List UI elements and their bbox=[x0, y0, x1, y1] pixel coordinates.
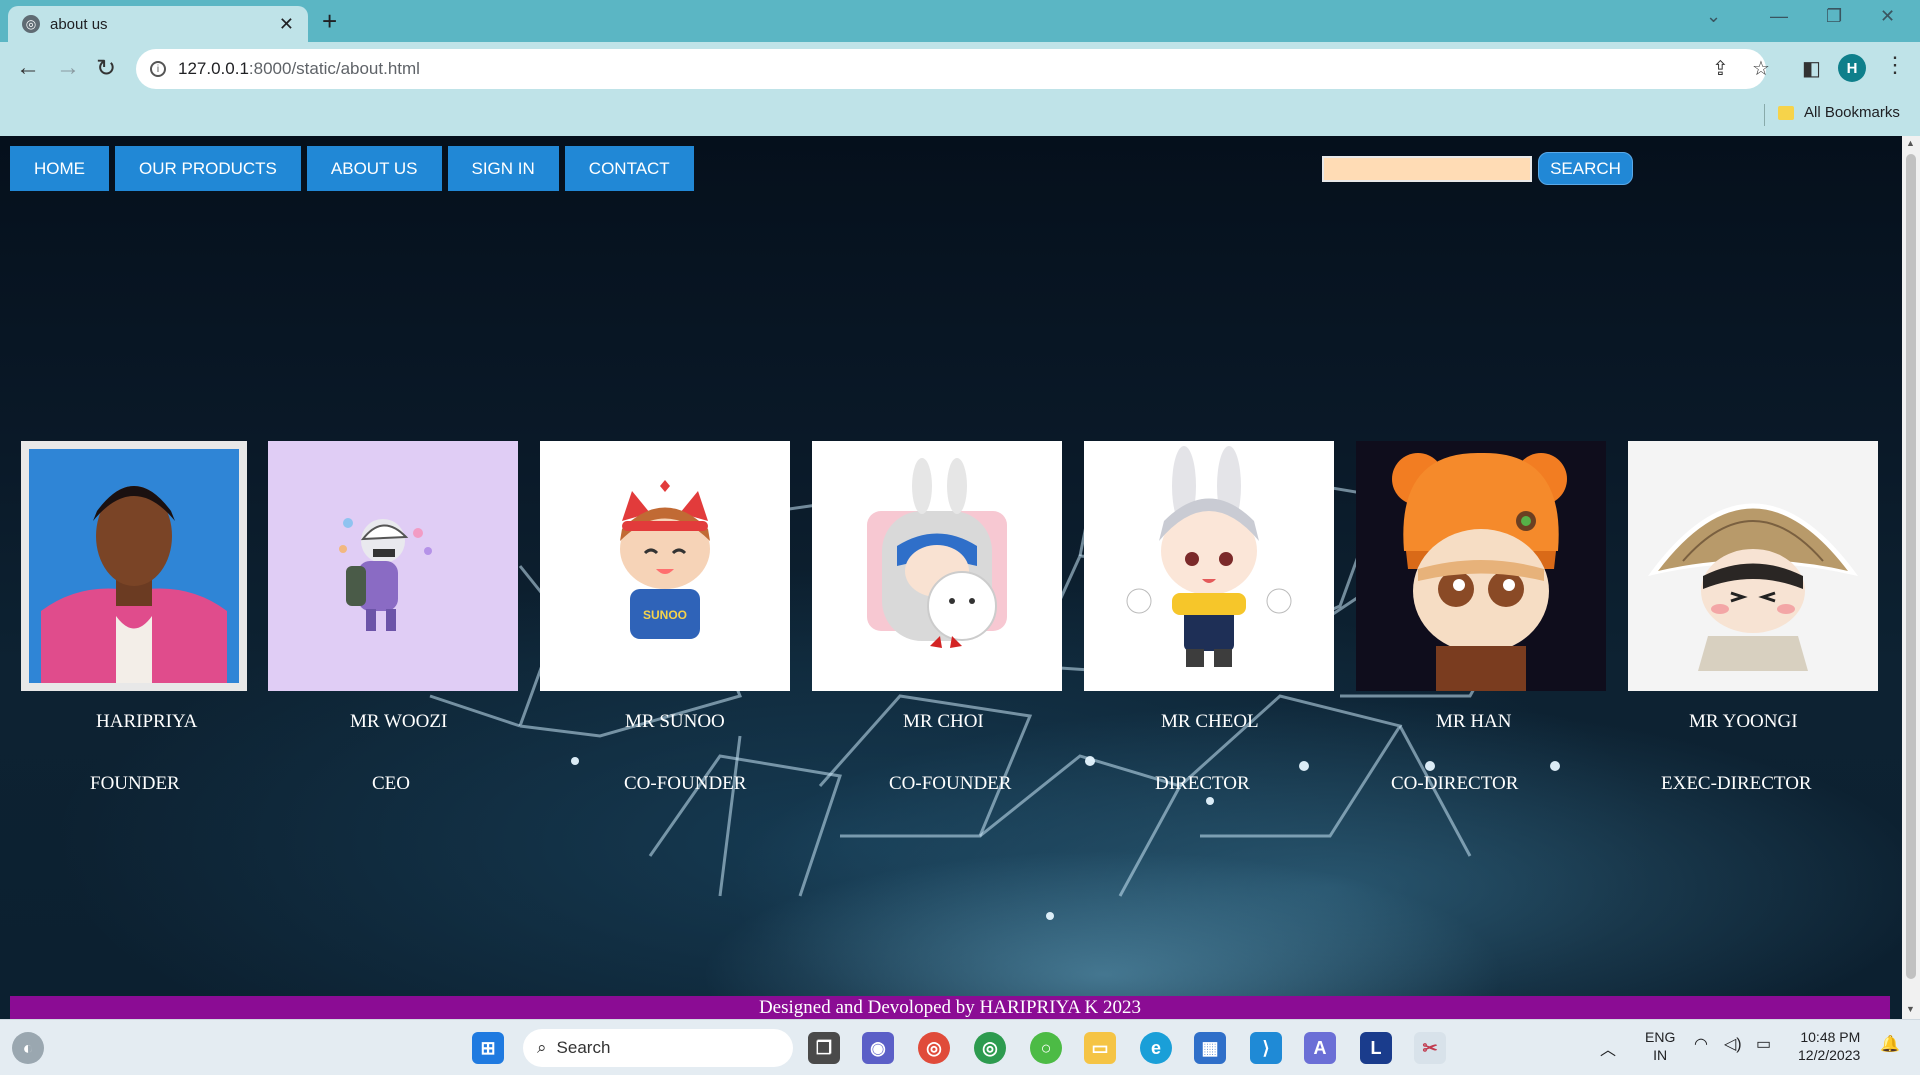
scroll-down-icon[interactable]: ▼ bbox=[1906, 1004, 1915, 1014]
notification-bell-icon[interactable]: 🔔 bbox=[1880, 1034, 1900, 1054]
volume-icon[interactable]: ◁) bbox=[1724, 1034, 1742, 1054]
member-name: MR SUNOO bbox=[625, 711, 725, 732]
member-name: MR YOONGI bbox=[1689, 711, 1798, 732]
all-bookmarks-label: All Bookmarks bbox=[1804, 104, 1900, 121]
member-photo-mr-sunoo: SUNOO bbox=[540, 441, 790, 691]
scroll-up-icon[interactable]: ▲ bbox=[1906, 138, 1915, 148]
store-icon[interactable]: ▦ bbox=[1194, 1032, 1226, 1064]
member-photo-mr-han bbox=[1356, 441, 1606, 691]
member-name: MR CHEOL bbox=[1161, 711, 1259, 732]
reload-icon[interactable]: ↻ bbox=[96, 54, 116, 83]
nav-about-us[interactable]: ABOUT US bbox=[306, 146, 442, 191]
nav-our-products[interactable]: OUR PRODUCTS bbox=[115, 146, 301, 191]
minimize-icon[interactable]: — bbox=[1770, 6, 1788, 27]
nav-contact[interactable]: CONTACT bbox=[564, 146, 694, 191]
search-input[interactable] bbox=[1322, 156, 1532, 182]
new-tab-icon[interactable]: + bbox=[322, 6, 337, 37]
tray-overflow-icon[interactable]: ︿ bbox=[1600, 1036, 1616, 1060]
browser-toolbar: ← → ↻ i 127.0.0.1:8000/static/about.html… bbox=[0, 42, 1920, 96]
language-indicator[interactable]: ENG IN bbox=[1645, 1028, 1675, 1064]
member-role: EXEC-DIRECTOR bbox=[1661, 773, 1812, 794]
clock-date: 12/2/2023 bbox=[1798, 1047, 1861, 1063]
taskbar-search-label: Search bbox=[556, 1038, 611, 1057]
side-panel-icon[interactable]: ◧ bbox=[1802, 56, 1821, 81]
all-bookmarks-button[interactable]: All Bookmarks bbox=[1778, 104, 1900, 121]
chrome-profile-icon[interactable]: ◎ bbox=[974, 1032, 1006, 1064]
scrollbar-thumb[interactable] bbox=[1906, 154, 1916, 979]
member-photo-mr-woozi bbox=[268, 441, 518, 691]
browser-tab[interactable]: ◎ about us ✕ bbox=[8, 6, 308, 42]
browser-tab-strip: ◎ about us ✕ + ⌄ — ❐ ✕ bbox=[0, 0, 1920, 42]
clock-time: 10:48 PM bbox=[1800, 1029, 1861, 1045]
svg-text:SUNOO: SUNOO bbox=[643, 608, 687, 622]
taskbar-search[interactable]: ⌕ Search bbox=[523, 1029, 793, 1067]
tab-search-icon[interactable]: ⌄ bbox=[1706, 6, 1721, 27]
close-window-icon[interactable]: ✕ bbox=[1880, 6, 1895, 27]
refresh-app-icon[interactable]: ○ bbox=[1030, 1032, 1062, 1064]
url-text: 127.0.0.1:8000/static/about.html bbox=[178, 59, 420, 78]
tab-title: about us bbox=[50, 15, 108, 33]
member-name: HARIPRIYA bbox=[96, 711, 198, 732]
profile-avatar[interactable]: H bbox=[1838, 54, 1866, 82]
member-role: DIRECTOR bbox=[1155, 773, 1250, 794]
menu-icon[interactable]: ⋮ bbox=[1884, 52, 1906, 78]
teams-icon[interactable]: ◉ bbox=[862, 1032, 894, 1064]
battery-icon[interactable]: ▭ bbox=[1756, 1034, 1771, 1054]
member-name: MR CHOI bbox=[903, 711, 984, 732]
share-icon[interactable]: ⇪ bbox=[1712, 56, 1729, 81]
member-name: MR HAN bbox=[1436, 711, 1512, 732]
l-app-icon[interactable]: L bbox=[1360, 1032, 1392, 1064]
back-icon[interactable]: ← bbox=[16, 54, 40, 82]
site-info-icon[interactable]: i bbox=[150, 61, 166, 77]
file-explorer-icon[interactable]: ▭ bbox=[1084, 1032, 1116, 1064]
search-icon: ⌕ bbox=[537, 1038, 547, 1057]
member-photo-mr-choi bbox=[812, 441, 1062, 691]
widgets-icon[interactable]: ◐ bbox=[12, 1032, 44, 1064]
bookmarks-bar: All Bookmarks bbox=[0, 96, 1920, 136]
os-taskbar: ◐ ⊞ ⌕ Search ❐ ◉ ◎ ◎ ○ ▭ e ▦ ⟩ A L ✂ ︿ E… bbox=[0, 1019, 1920, 1075]
member-role: CO-FOUNDER bbox=[889, 773, 1012, 794]
app-icon[interactable]: A bbox=[1304, 1032, 1336, 1064]
member-role: CEO bbox=[372, 773, 410, 794]
member-photo-mr-cheol bbox=[1084, 441, 1334, 691]
member-role: CO-DIRECTOR bbox=[1391, 773, 1519, 794]
globe-icon: ◎ bbox=[22, 15, 40, 33]
forward-icon[interactable]: → bbox=[56, 54, 80, 82]
close-tab-icon[interactable]: ✕ bbox=[279, 14, 294, 35]
region-code: IN bbox=[1653, 1047, 1668, 1063]
vscode-icon[interactable]: ⟩ bbox=[1250, 1032, 1282, 1064]
page-footer: Designed and Devoloped by HARIPRIYA K 20… bbox=[10, 996, 1890, 1019]
member-photo-haripriya bbox=[21, 441, 247, 691]
page-viewport: HOME OUR PRODUCTS ABOUT US SIGN IN CONTA… bbox=[0, 136, 1902, 1019]
bookmarks-divider bbox=[1764, 104, 1765, 126]
restore-icon[interactable]: ❐ bbox=[1826, 6, 1842, 27]
member-name: MR WOOZI bbox=[350, 711, 448, 732]
windows-start-icon[interactable]: ⊞ bbox=[472, 1032, 504, 1064]
search-button[interactable]: SEARCH bbox=[1538, 152, 1633, 185]
clock[interactable]: 10:48 PM 12/2/2023 bbox=[1798, 1028, 1860, 1064]
edge-icon[interactable]: e bbox=[1140, 1032, 1172, 1064]
nav-home[interactable]: HOME bbox=[10, 146, 109, 191]
bookmark-star-icon[interactable]: ☆ bbox=[1752, 56, 1770, 81]
page-scrollbar[interactable]: ▲ ▼ bbox=[1902, 136, 1920, 1019]
address-bar[interactable]: i 127.0.0.1:8000/static/about.html bbox=[136, 49, 1766, 89]
chrome-icon[interactable]: ◎ bbox=[918, 1032, 950, 1064]
folder-icon bbox=[1778, 105, 1794, 120]
member-photo-mr-yoongi bbox=[1628, 441, 1878, 691]
wifi-icon[interactable]: ◠ bbox=[1694, 1034, 1708, 1054]
member-role: FOUNDER bbox=[90, 773, 180, 794]
main-nav: HOME OUR PRODUCTS ABOUT US SIGN IN CONTA… bbox=[10, 146, 694, 191]
language-code: ENG bbox=[1645, 1029, 1676, 1045]
member-role: CO-FOUNDER bbox=[624, 773, 747, 794]
nav-sign-in[interactable]: SIGN IN bbox=[447, 146, 559, 191]
task-view-icon[interactable]: ❐ bbox=[808, 1032, 840, 1064]
snipping-tool-icon[interactable]: ✂ bbox=[1414, 1032, 1446, 1064]
